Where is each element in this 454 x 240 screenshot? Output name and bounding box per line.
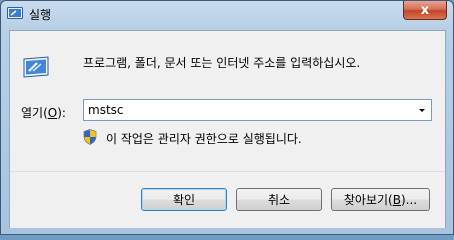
open-label-prefix: 열기(	[21, 106, 48, 120]
button-bar: 확인 취소 찾아보기(B)...	[10, 171, 445, 228]
close-icon: x	[420, 2, 430, 18]
browse-label-suffix: )...	[400, 192, 418, 207]
run-app-icon	[7, 7, 23, 19]
open-combobox[interactable]: mstsc	[83, 99, 432, 121]
ok-button[interactable]: 확인	[141, 188, 227, 211]
open-label-accelerator: O	[47, 106, 58, 120]
open-input-value[interactable]: mstsc	[88, 103, 124, 117]
dialog-body: 프로그램, 폴더, 문서 또는 인터넷 주소를 입력하십시오. 열기(O): m…	[9, 30, 446, 228]
admin-privilege-note: 이 작업은 관리자 권한으로 실행됩니다.	[106, 132, 302, 146]
open-label-suffix: ):	[57, 106, 66, 120]
open-label: 열기(O):	[21, 104, 66, 121]
run-app-icon	[23, 56, 49, 78]
cancel-button[interactable]: 취소	[236, 188, 322, 211]
chevron-down-icon[interactable]	[413, 100, 431, 120]
window-title: 실행	[29, 8, 52, 22]
instruction-text: 프로그램, 폴더, 문서 또는 인터넷 주소를 입력하십시오.	[83, 56, 361, 70]
browse-label-accelerator: B	[392, 192, 401, 207]
title-bar[interactable]: 실행 x	[1, 1, 453, 27]
close-button[interactable]: x	[403, 1, 447, 20]
browse-button[interactable]: 찾아보기(B)...	[331, 188, 430, 211]
run-dialog-window: 실행 x 프로그램, 폴더, 문서 또는 인터넷 주소를 입력하십시오. 열기(…	[0, 0, 454, 235]
uac-shield-icon	[83, 129, 97, 145]
browse-label-prefix: 찾아보기(	[343, 193, 393, 207]
